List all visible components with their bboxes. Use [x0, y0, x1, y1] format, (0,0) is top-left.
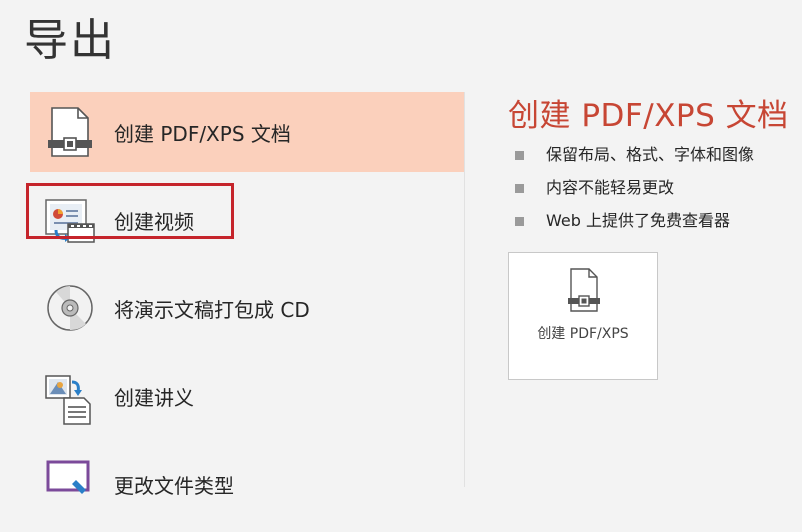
pane-divider	[464, 92, 465, 487]
cd-disc-icon	[38, 278, 102, 338]
option-label: 创建 PDF/XPS 文档	[114, 121, 291, 146]
option-create-pdf-xps[interactable]: 创建 PDF/XPS 文档	[30, 92, 464, 172]
page-title: 导出	[24, 15, 116, 66]
create-pdf-xps-button[interactable]: 创建 PDF/XPS	[508, 252, 658, 380]
list-item: Web 上提供了免费查看器	[508, 211, 802, 244]
option-change-file-type[interactable]: 更改文件类型	[30, 444, 464, 524]
option-package-cd[interactable]: 将演示文稿打包成 CD	[30, 268, 464, 348]
bullet-square-icon	[515, 184, 524, 193]
option-label: 将演示文稿打包成 CD	[114, 297, 310, 322]
option-label: 更改文件类型	[114, 473, 234, 498]
option-label: 创建讲义	[114, 385, 194, 410]
file-type-icon	[38, 454, 102, 514]
button-label: 创建 PDF/XPS	[537, 326, 629, 342]
bullet-square-icon	[515, 151, 524, 160]
option-create-video[interactable]: 创建视频	[30, 180, 464, 260]
feature-list: 保留布局、格式、字体和图像 内容不能轻易更改 Web 上提供了免费查看器	[508, 145, 802, 244]
bullet-text: 内容不能轻易更改	[546, 178, 675, 197]
option-create-handout[interactable]: 创建讲义	[30, 356, 464, 436]
detail-pane: 创建 PDF/XPS 文档 保留布局、格式、字体和图像 内容不能轻易更改 Web…	[508, 90, 802, 380]
bullet-text: 保留布局、格式、字体和图像	[546, 145, 755, 164]
detail-heading: 创建 PDF/XPS 文档	[508, 98, 789, 134]
list-item: 保留布局、格式、字体和图像	[508, 145, 802, 178]
video-icon	[38, 190, 102, 250]
pdf-document-icon	[563, 267, 603, 315]
export-options-list: 创建 PDF/XPS 文档 创建视频 将演示文稿打包成 CD 创建讲义 更改文件…	[30, 92, 464, 532]
bullet-text: Web 上提供了免费查看器	[546, 211, 730, 230]
pdf-document-icon	[38, 102, 102, 162]
handout-icon	[38, 366, 102, 426]
list-item: 内容不能轻易更改	[508, 178, 802, 211]
option-label: 创建视频	[114, 209, 194, 234]
bullet-square-icon	[515, 217, 524, 226]
